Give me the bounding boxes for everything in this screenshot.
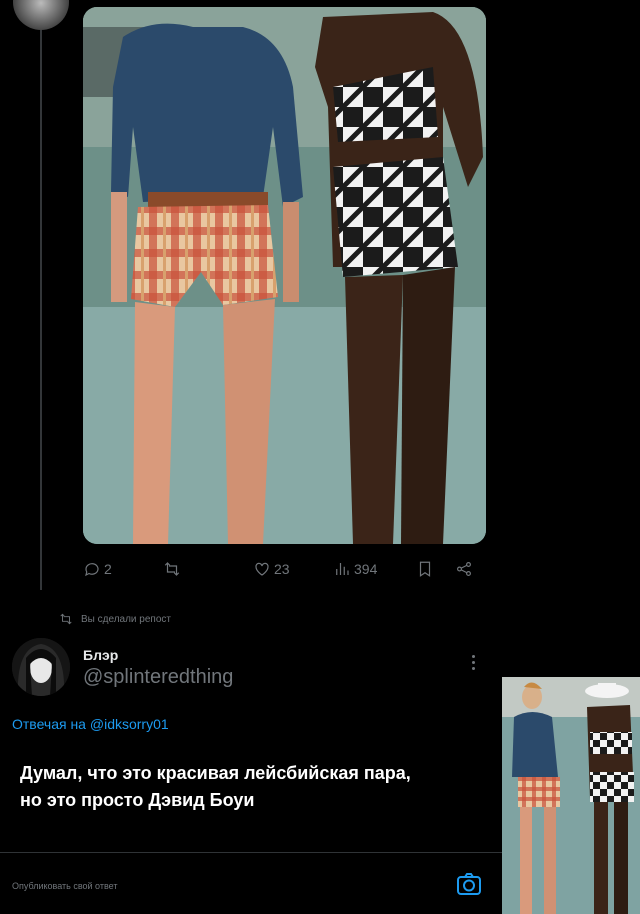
views-icon — [336, 563, 349, 575]
more-icon[interactable] — [466, 652, 480, 672]
repost-icon — [164, 562, 180, 576]
replying-to-prefix: Отвечая на — [12, 716, 90, 732]
repost-icon — [60, 613, 72, 625]
tweet-action-bar: 2 23 394 — [83, 560, 483, 582]
user-handle[interactable]: @splinteredthing — [83, 666, 233, 689]
avatar[interactable] — [12, 638, 70, 696]
reply-text-line: Думал, что это красивая лейсбийская пара… — [20, 763, 411, 783]
bookmark-icon — [419, 561, 431, 577]
reply-text-line: но это просто Дэвид Боуи — [20, 790, 255, 810]
divider — [0, 852, 502, 853]
thread-avatar[interactable] — [13, 0, 69, 30]
bookmark-button[interactable] — [416, 560, 434, 578]
repost-button[interactable] — [163, 560, 184, 578]
reply-button[interactable]: 2 — [83, 560, 112, 578]
user-display-name[interactable]: Блэр — [83, 647, 118, 663]
camera-button[interactable] — [455, 870, 483, 898]
camera-icon — [457, 873, 481, 895]
repost-note-text: Вы сделали репост — [81, 613, 171, 625]
reply-text: Думал, что это красивая лейсбийская пара… — [20, 760, 500, 814]
replying-to: Отвечая на @idksorry01 — [12, 716, 169, 732]
view-count: 394 — [354, 561, 378, 577]
views-button[interactable]: 394 — [333, 560, 377, 578]
reply-input[interactable]: Опубликовать свой ответ — [12, 881, 118, 891]
like-icon — [255, 562, 269, 576]
reply-count: 2 — [104, 561, 112, 577]
share-button[interactable] — [455, 560, 473, 578]
like-count: 23 — [274, 561, 290, 577]
repost-indicator: Вы сделали репост — [59, 612, 171, 626]
thread-line — [40, 30, 42, 590]
inset-photo — [502, 677, 640, 914]
like-button[interactable]: 23 — [253, 560, 290, 578]
share-icon — [457, 562, 471, 576]
reply-icon — [85, 563, 99, 577]
tweet-photo[interactable] — [83, 7, 486, 544]
replying-to-handle[interactable]: @idksorry01 — [90, 716, 169, 732]
